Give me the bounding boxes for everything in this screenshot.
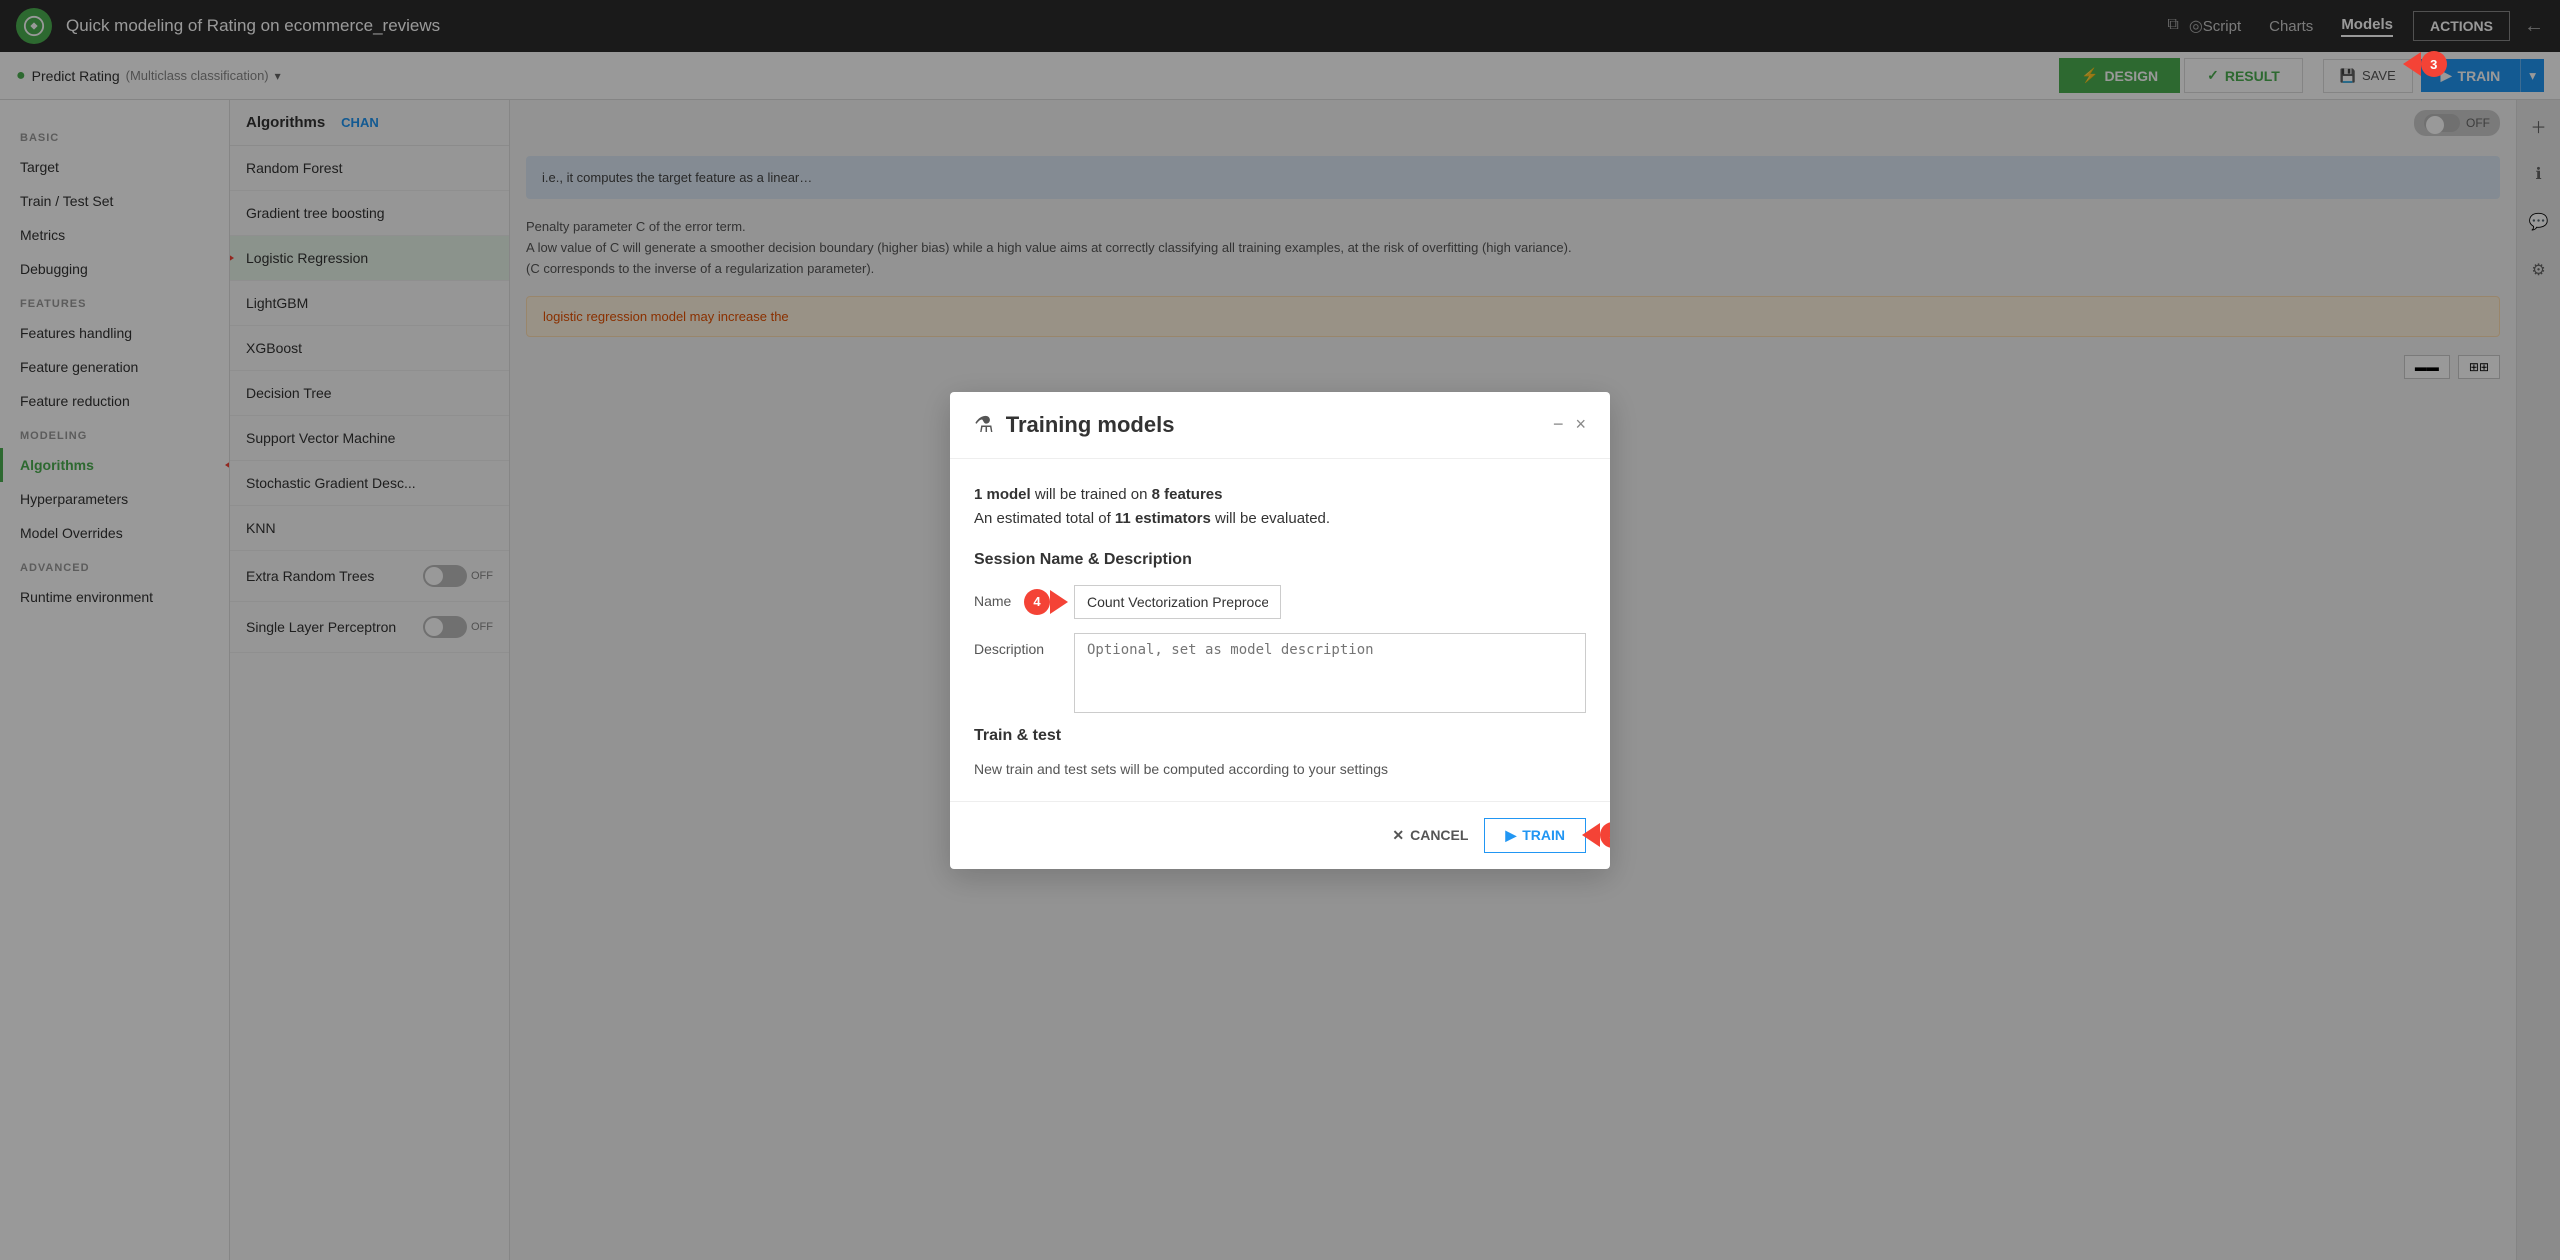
cancel-button[interactable]: ✕ CANCEL bbox=[1392, 827, 1468, 844]
modal-body: 1 model will be trained on 8 features An… bbox=[950, 459, 1610, 801]
name-form-row: Name 4 bbox=[974, 585, 1586, 619]
modal-title: Training models bbox=[1006, 412, 1541, 438]
modal-header-buttons: − × bbox=[1553, 414, 1586, 435]
modal-overlay: ⚗ Training models − × 1 model will be tr… bbox=[0, 0, 2560, 1260]
modal-train-play-icon: ▶ bbox=[1505, 827, 1516, 844]
session-name-input[interactable] bbox=[1074, 585, 1281, 619]
feature-count: 8 features bbox=[1152, 486, 1223, 503]
modal-header: ⚗ Training models − × bbox=[950, 392, 1610, 459]
training-models-modal: ⚗ Training models − × 1 model will be tr… bbox=[950, 392, 1610, 869]
name-label: Name bbox=[974, 585, 1074, 609]
summary-text2: An estimated total of bbox=[974, 510, 1115, 527]
model-count: 1 model bbox=[974, 486, 1031, 503]
description-form-row: Description bbox=[974, 633, 1586, 713]
summary-text1: will be trained on bbox=[1031, 486, 1152, 503]
modal-close-button[interactable]: × bbox=[1575, 414, 1586, 435]
train-test-title: Train & test bbox=[974, 727, 1586, 745]
modal-summary: 1 model will be trained on 8 features An… bbox=[974, 483, 1586, 531]
session-section-title: Session Name & Description bbox=[974, 551, 1586, 569]
description-label: Description bbox=[974, 633, 1074, 657]
modal-flask-icon: ⚗ bbox=[974, 412, 994, 438]
cancel-x-icon: ✕ bbox=[1392, 827, 1404, 844]
modal-minimize-button[interactable]: − bbox=[1553, 414, 1564, 435]
train-test-section: Train & test New train and test sets wil… bbox=[974, 727, 1586, 777]
modal-train-button[interactable]: ▶ TRAIN bbox=[1484, 818, 1586, 853]
train-test-desc: New train and test sets will be computed… bbox=[974, 761, 1586, 777]
modal-footer: ✕ CANCEL ▶ TRAIN 5 bbox=[950, 801, 1610, 869]
session-description-input[interactable] bbox=[1074, 633, 1586, 713]
summary-text3: will be evaluated. bbox=[1211, 510, 1330, 527]
estimators-count: 11 estimators bbox=[1115, 510, 1211, 527]
